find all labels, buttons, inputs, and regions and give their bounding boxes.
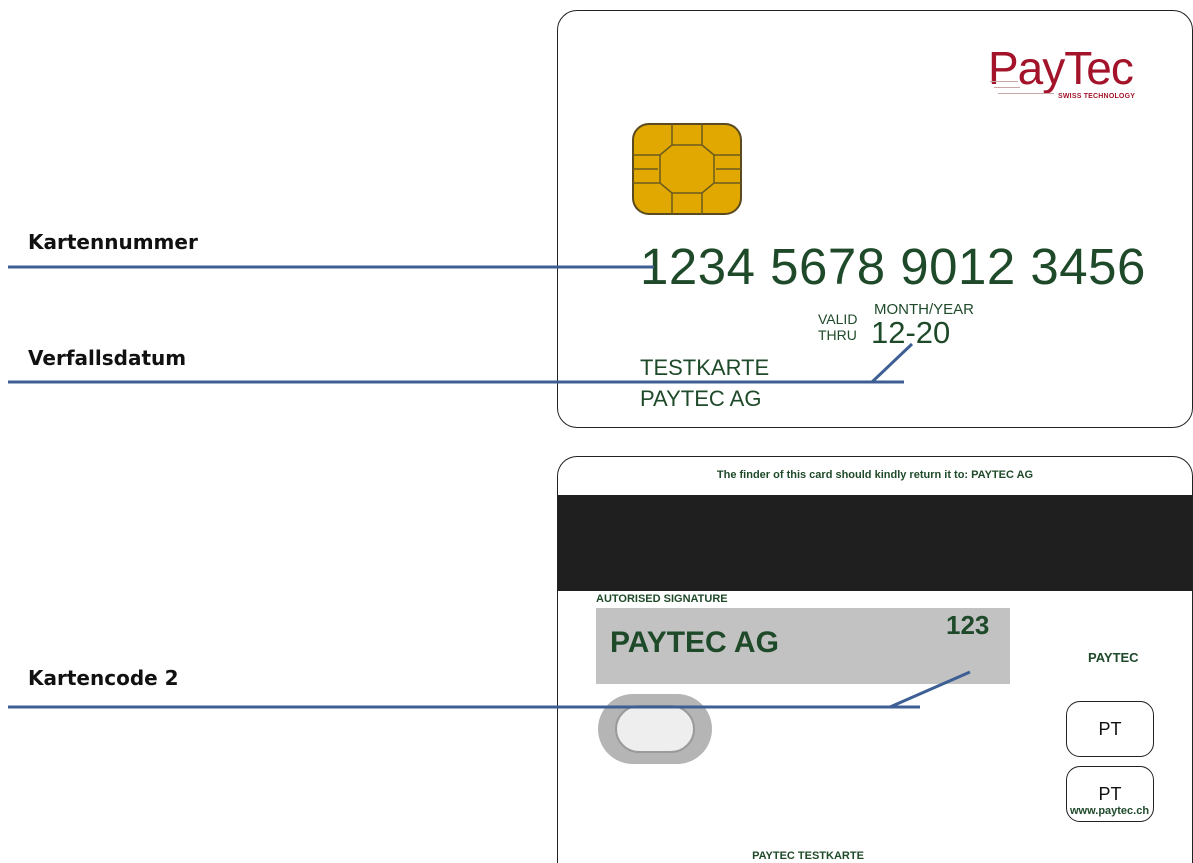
label-card-number: Kartennummer bbox=[28, 230, 198, 254]
card-back: The finder of this card should kindly re… bbox=[557, 456, 1193, 863]
card-number: 1234 5678 9012 3456 bbox=[640, 238, 1146, 295]
logo-decor-line bbox=[990, 81, 1018, 82]
card-front: PayTec SWISS TECHNOLOGY 1234 5678 9012 3… bbox=[557, 10, 1193, 428]
signature-name: PAYTEC AG bbox=[610, 626, 779, 659]
logo-subtitle: SWISS TECHNOLOGY bbox=[1058, 93, 1136, 100]
magnetic-stripe bbox=[558, 495, 1192, 591]
signature-panel: PAYTEC AG 123 bbox=[596, 608, 1010, 684]
brand-label: PAYTEC bbox=[1088, 650, 1139, 665]
thru-label: THRU bbox=[818, 327, 857, 343]
logo-decor-line bbox=[994, 87, 1020, 88]
cardholder-line-2: PAYTEC AG bbox=[640, 386, 762, 411]
card-footer: PAYTEC TESTKARTE bbox=[752, 850, 864, 862]
hologram-icon bbox=[598, 694, 712, 764]
expiry-date: 12-20 bbox=[871, 315, 951, 350]
label-card-code: Kartencode 2 bbox=[28, 666, 179, 690]
pt-box-1: PT bbox=[1066, 701, 1154, 757]
valid-label: VALID bbox=[818, 311, 858, 327]
chip-icon bbox=[632, 123, 742, 215]
paytec-logo: PayTec bbox=[988, 42, 1134, 94]
logo-decor-line bbox=[998, 93, 1054, 94]
card-code-value: 123 bbox=[946, 610, 990, 640]
cardholder-line-1: TESTKARTE bbox=[640, 355, 770, 380]
label-expiry-date: Verfallsdatum bbox=[28, 346, 187, 370]
signature-label: AUTORISED SIGNATURE bbox=[596, 593, 728, 605]
valid-thru-label: VALID THRU bbox=[818, 311, 857, 343]
finder-notice: The finder of this card should kindly re… bbox=[716, 469, 1034, 481]
website-link: www.paytec.ch bbox=[1070, 805, 1150, 817]
